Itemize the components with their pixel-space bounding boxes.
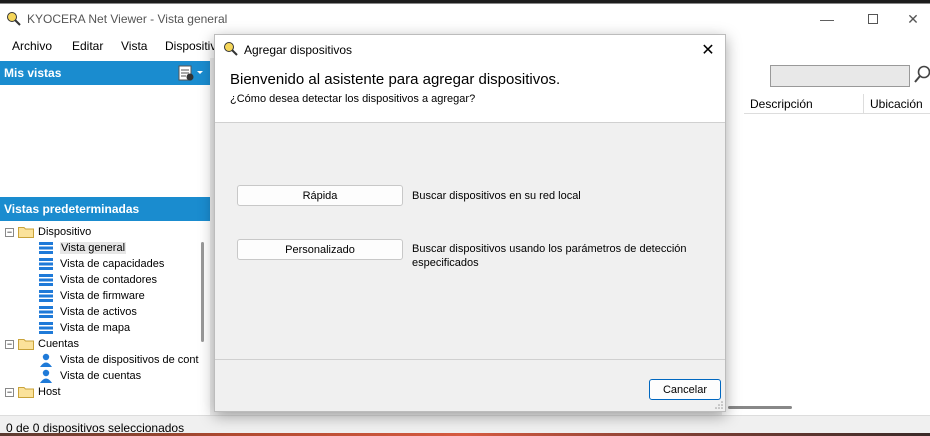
tree-folder-cuentas[interactable]: − Cuentas: [5, 336, 79, 352]
quick-search-description: Buscar dispositivos en su red local: [412, 190, 581, 202]
tree-item-vista-mapa[interactable]: Vista de mapa: [38, 320, 130, 336]
tree-label: Vista de dispositivos de cont: [60, 354, 199, 366]
tree-scrollbar[interactable]: [200, 222, 210, 398]
add-devices-dialog: Agregar dispositivos ✕ Bienvenido al asi…: [214, 34, 726, 412]
menu-archivo[interactable]: Archivo: [12, 39, 52, 53]
column-label: Descripción: [750, 97, 813, 111]
device-view-icon: [39, 322, 53, 334]
dialog-subheading: ¿Cómo desea detectar los dispositivos a …: [230, 93, 476, 105]
dialog-heading: Bienvenido al asistente para agregar dis…: [230, 71, 561, 88]
kyocera-app-icon: [224, 42, 238, 56]
window-title: KYOCERA Net Viewer - Vista general: [27, 12, 228, 26]
left-panel: Mis vistas Vistas predeterminadas − Disp…: [0, 58, 210, 418]
tree-label: Vista general: [60, 242, 127, 254]
collapse-icon[interactable]: −: [5, 339, 14, 349]
scrollbar-thumb[interactable]: [728, 406, 792, 409]
column-label: Ubicación: [870, 97, 923, 111]
dialog-divider: [215, 359, 725, 360]
dialog-header: Bienvenido al asistente para agregar dis…: [215, 65, 725, 123]
search-input[interactable]: [770, 65, 910, 87]
device-list-panel: Descripción Ubicación: [722, 58, 930, 418]
maximize-icon: [868, 14, 878, 24]
tree-item-vista-firmware[interactable]: Vista de firmware: [38, 288, 145, 304]
folder-icon: [18, 339, 34, 350]
device-view-icon: [39, 242, 53, 254]
cancel-button[interactable]: Cancelar: [649, 379, 721, 400]
tree-label: Vista de contadores: [60, 274, 158, 286]
tree-item-vista-cuentas[interactable]: Vista de cuentas: [38, 368, 141, 384]
tree-label: Vista de firmware: [60, 290, 145, 302]
close-icon: ✕: [701, 42, 715, 59]
menu-vista[interactable]: Vista: [121, 39, 147, 53]
kyocera-app-icon: [7, 12, 21, 26]
horizontal-scrollbar[interactable]: [722, 402, 930, 414]
dialog-title: Agregar dispositivos: [244, 43, 353, 57]
device-view-icon: [39, 290, 53, 302]
default-views-label: Vistas predeterminadas: [4, 202, 140, 216]
folder-icon: [18, 227, 34, 238]
folder-icon: [18, 387, 34, 398]
tree-item-vista-dispositivos-cont[interactable]: Vista de dispositivos de cont: [38, 352, 199, 368]
tree-folder-dispositivo[interactable]: − Dispositivo: [5, 224, 91, 240]
column-header-descripcion[interactable]: Descripción: [744, 94, 864, 114]
collapse-icon[interactable]: −: [5, 227, 14, 237]
minimize-button[interactable]: —: [804, 4, 850, 34]
dialog-title-bar: Agregar dispositivos ✕: [215, 35, 725, 65]
quick-search-button[interactable]: Rápida: [237, 185, 403, 206]
views-tree: − Dispositivo Vista general Vista de cap…: [0, 222, 200, 398]
my-views-header: Mis vistas: [0, 61, 210, 85]
tree-label: Vista de capacidades: [60, 258, 165, 270]
dialog-close-button[interactable]: ✕: [697, 39, 719, 61]
tree-item-vista-contadores[interactable]: Vista de contadores: [38, 272, 157, 288]
default-views-header: Vistas predeterminadas: [0, 197, 210, 221]
user-icon: [40, 369, 52, 383]
scrollbar-thumb[interactable]: [201, 242, 204, 342]
collapse-icon[interactable]: −: [5, 387, 14, 397]
custom-search-button[interactable]: Personalizado: [237, 239, 403, 260]
close-button[interactable]: ✕: [896, 4, 930, 34]
title-bar: KYOCERA Net Viewer - Vista general — ✕: [0, 4, 930, 34]
tree-folder-host[interactable]: − Host: [5, 384, 61, 398]
views-menu-icon: [178, 65, 203, 81]
tree-label: Vista de cuentas: [60, 370, 142, 382]
tree-item-vista-capacidades[interactable]: Vista de capacidades: [38, 256, 164, 272]
resize-grip-icon[interactable]: [715, 401, 723, 409]
user-icon: [40, 353, 52, 367]
column-header-ubicacion[interactable]: Ubicación: [864, 94, 930, 114]
device-view-icon: [39, 306, 53, 318]
tree-label: Cuentas: [38, 338, 79, 350]
menu-dispositivo[interactable]: Dispositiv: [165, 39, 216, 53]
device-view-icon: [39, 274, 53, 286]
maximize-button[interactable]: [850, 4, 896, 34]
search-icon[interactable]: [914, 65, 930, 85]
tree-item-vista-activos[interactable]: Vista de activos: [38, 304, 137, 320]
close-icon: ✕: [907, 10, 919, 27]
device-view-icon: [39, 258, 53, 270]
tree-item-vista-general[interactable]: Vista general: [38, 240, 127, 256]
tree-label: Vista de activos: [60, 306, 137, 318]
tree-label: Host: [38, 386, 61, 398]
my-views-label: Mis vistas: [4, 66, 62, 80]
minimize-icon: —: [820, 11, 834, 27]
menu-editar[interactable]: Editar: [72, 39, 103, 53]
tree-label: Vista de mapa: [60, 322, 131, 334]
views-menu-button[interactable]: [174, 63, 208, 83]
custom-search-description: Buscar dispositivos usando los parámetro…: [412, 243, 687, 269]
tree-label: Dispositivo: [38, 226, 92, 238]
